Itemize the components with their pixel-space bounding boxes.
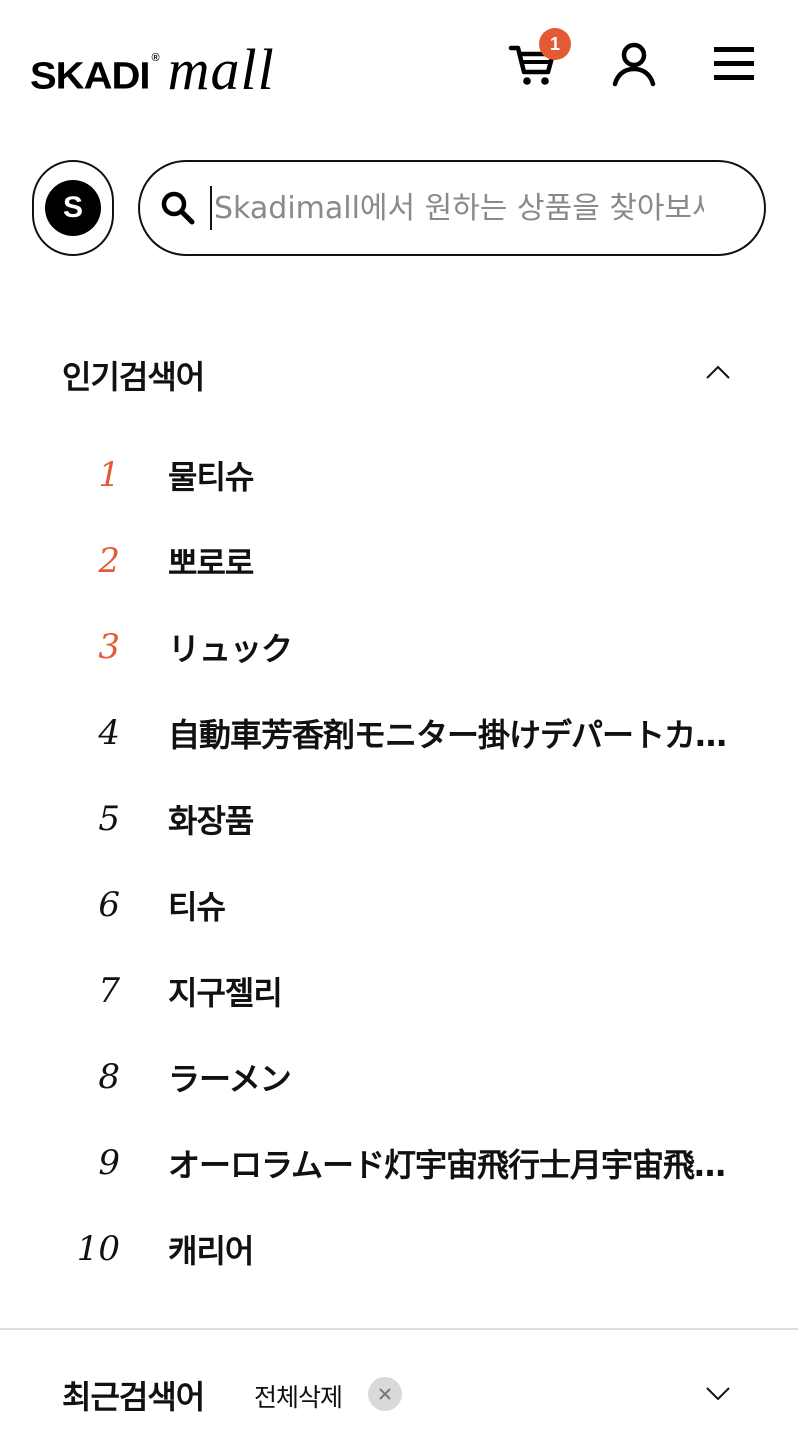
rank-number: 6 [98, 885, 120, 925]
user-icon [612, 42, 656, 87]
rank-number: 7 [98, 971, 120, 1011]
search-keyword[interactable]: 티슈 [168, 882, 730, 928]
rank-number: 10 [76, 1229, 120, 1269]
clear-all-icon-button[interactable] [368, 1377, 402, 1411]
skadi-s-logo: S [45, 180, 101, 236]
popular-search-item[interactable]: 2 뽀로로 [0, 518, 798, 604]
popular-search-item[interactable]: 6 티슈 [0, 862, 798, 948]
search-bar[interactable] [138, 160, 766, 256]
logo-registered-mark: ® [151, 52, 160, 64]
recent-searches-title: 최근검색어 [62, 1378, 205, 1416]
expand-recent-button[interactable] [698, 1374, 738, 1414]
search-keyword[interactable]: 지구젤리 [168, 968, 730, 1014]
search-keyword[interactable]: 캐리어 [168, 1226, 730, 1272]
cart-button[interactable]: 1 [502, 28, 571, 94]
popular-search-item[interactable]: 7 지구젤리 [0, 948, 798, 1034]
rank-number: 5 [98, 799, 120, 839]
logo[interactable]: SKADI ® mall [30, 36, 275, 102]
rank-number: 8 [98, 1057, 120, 1097]
menu-button[interactable] [704, 34, 764, 94]
account-button[interactable] [604, 34, 664, 94]
popular-search-item[interactable]: 10 캐리어 [0, 1206, 798, 1292]
search-icon[interactable] [160, 190, 196, 226]
search-keyword[interactable]: 물티슈 [168, 452, 730, 498]
section-divider [0, 1328, 798, 1330]
menu-icon [714, 47, 754, 80]
search-keyword[interactable]: オーロラムード灯宇宙飛行士月宇宙飛行士 [168, 1140, 730, 1186]
skadi-shortcut-button[interactable]: S [32, 160, 114, 256]
search-keyword[interactable]: 화장품 [168, 796, 730, 842]
popular-search-item[interactable]: 1 물티슈 [0, 432, 798, 518]
app-header: SKADI ® mall 1 [0, 0, 798, 130]
chevron-down-icon [706, 1387, 730, 1401]
rank-number: 4 [98, 713, 120, 753]
chevron-up-icon [706, 365, 730, 379]
popular-search-item[interactable]: 9 オーロラムード灯宇宙飛行士月宇宙飛行士 [0, 1120, 798, 1206]
logo-mall: mall [167, 36, 275, 102]
rank-number: 1 [98, 455, 120, 495]
popular-search-item[interactable]: 8 ラーメン [0, 1034, 798, 1120]
cart-count-badge: 1 [539, 28, 571, 60]
rank-number: 9 [98, 1143, 120, 1183]
search-keyword[interactable]: ラーメン [168, 1054, 730, 1100]
collapse-popular-button[interactable] [698, 352, 738, 392]
search-keyword[interactable]: 自動車芳香剤モニター掛けデパートカー用品 [168, 710, 730, 756]
logo-brand: SKADI [30, 55, 150, 97]
popular-search-item[interactable]: 5 화장품 [0, 776, 798, 862]
popular-searches-title: 인기검색어 [62, 358, 205, 396]
search-keyword[interactable]: リュック [168, 624, 730, 670]
search-input[interactable] [210, 186, 704, 230]
close-icon [379, 1388, 391, 1400]
search-keyword[interactable]: 뽀로로 [168, 538, 730, 584]
popular-search-item[interactable]: 3 リュック [0, 604, 798, 690]
clear-all-button[interactable]: 전체삭제 [254, 1378, 343, 1414]
rank-number: 3 [98, 627, 120, 667]
popular-searches-list: 1 물티슈 2 뽀로로 3 リュック 4 自動車芳香剤モニター掛けデパートカー用… [0, 432, 798, 1292]
popular-search-item[interactable]: 4 自動車芳香剤モニター掛けデパートカー用品 [0, 690, 798, 776]
rank-number: 2 [98, 541, 120, 581]
